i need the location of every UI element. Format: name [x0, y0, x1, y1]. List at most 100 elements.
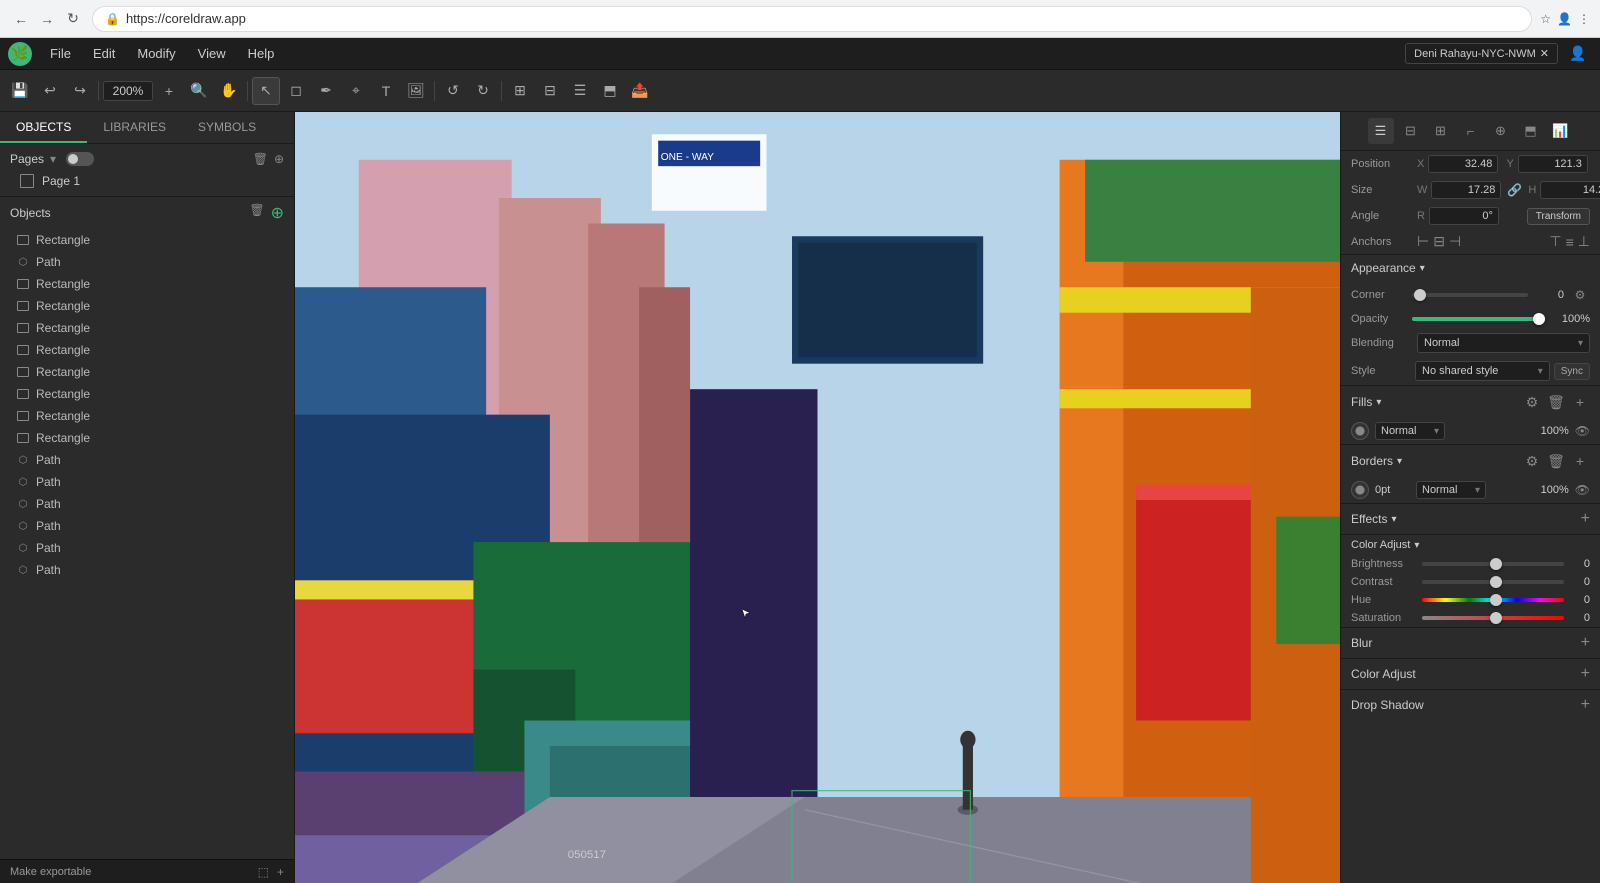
bool-panel-btn[interactable]: ⊕ — [1488, 118, 1514, 144]
add-export-icon[interactable]: + — [277, 865, 284, 879]
zoom-input[interactable]: 200% — [103, 81, 153, 101]
shape-btn[interactable]: ◻ — [282, 77, 310, 105]
blending-dropdown[interactable]: Normal ▾ — [1417, 333, 1590, 353]
anchor-top-icon[interactable]: ⊤ — [1549, 233, 1561, 250]
refresh-button[interactable]: ↻ — [62, 8, 84, 30]
fills-delete-icon[interactable]: 🗑 — [1546, 392, 1566, 412]
toggle-switch[interactable] — [66, 152, 94, 166]
list-item[interactable]: Rectangle — [0, 317, 294, 339]
image-btn[interactable]: 🖼 — [402, 77, 430, 105]
x-input[interactable] — [1428, 155, 1498, 173]
borders-delete-icon[interactable]: 🗑 — [1546, 451, 1566, 471]
fill-color-swatch[interactable] — [1351, 422, 1369, 440]
text-btn[interactable]: T — [372, 77, 400, 105]
fills-settings-icon[interactable]: ⚙ — [1522, 392, 1542, 412]
pen-btn[interactable]: ✒ — [312, 77, 340, 105]
undo-btn[interactable]: ↩ — [36, 77, 64, 105]
effects-add-icon[interactable]: + — [1581, 510, 1590, 528]
fill-blend-dropdown[interactable]: Normal ▾ — [1375, 422, 1445, 440]
export-btn[interactable]: 📤 — [626, 77, 654, 105]
list-item[interactable]: Rectangle — [0, 295, 294, 317]
list-item[interactable]: Rectangle — [0, 427, 294, 449]
page-item-1[interactable]: Page 1 — [0, 170, 294, 192]
brightness-slider[interactable] — [1422, 562, 1564, 566]
h-input[interactable] — [1540, 181, 1600, 199]
hue-slider[interactable] — [1422, 598, 1564, 602]
contrast-slider[interactable] — [1422, 580, 1564, 584]
forward-button[interactable]: → — [36, 8, 58, 30]
canvas-area[interactable]: Deni Rahayu ONE - WAY 050517 — [295, 112, 1340, 883]
delete-page-icon[interactable]: 🗑 — [253, 152, 268, 166]
tab-symbols[interactable]: SYMBOLS — [182, 112, 272, 143]
list-item[interactable]: Rectangle — [0, 273, 294, 295]
pan-btn[interactable]: ✋ — [215, 77, 243, 105]
corner-panel-btn[interactable]: ⌐ — [1458, 118, 1484, 144]
rotate-right-btn[interactable]: ↻ — [469, 77, 497, 105]
anchor-right-icon[interactable]: ⊣ — [1449, 233, 1461, 250]
close-tab-icon[interactable]: ✕ — [1540, 47, 1549, 60]
menu-file[interactable]: File — [40, 42, 81, 65]
color-adjust2-row[interactable]: Color Adjust + — [1341, 658, 1600, 689]
drop-shadow-add-icon[interactable]: + — [1581, 696, 1590, 714]
borders-settings-icon[interactable]: ⚙ — [1522, 451, 1542, 471]
anchor-left-icon[interactable]: ⊢ — [1417, 233, 1429, 250]
list-item[interactable]: ⬡ Path — [0, 537, 294, 559]
blur-row[interactable]: Blur + — [1341, 627, 1600, 658]
export-icon[interactable]: ⬚ — [258, 865, 269, 879]
user-badge[interactable]: Deni Rahayu-NYC-NWM ✕ — [1405, 43, 1558, 64]
borders-add-icon[interactable]: + — [1570, 451, 1590, 471]
list-item[interactable]: ⬡ Path — [0, 251, 294, 273]
y-input[interactable] — [1518, 155, 1588, 173]
arrange-btn[interactable]: ⬒ — [596, 77, 624, 105]
fill-visibility-icon[interactable]: 👁 — [1575, 424, 1590, 438]
border-blend-dropdown[interactable]: Normal ▾ — [1416, 481, 1486, 499]
add-page-icon[interactable]: ⊕ — [274, 152, 284, 166]
fills-section-header[interactable]: Fills ▾ ⚙ 🗑 + — [1341, 385, 1600, 418]
transform-panel-btn[interactable]: ⊞ — [1428, 118, 1454, 144]
node-btn[interactable]: ⌖ — [342, 77, 370, 105]
align-btn[interactable]: ⊟ — [536, 77, 564, 105]
delete-object-icon[interactable]: 🗑 — [249, 203, 264, 223]
address-bar[interactable]: 🔒 https://coreldraw.app — [92, 6, 1532, 32]
corner-settings-icon[interactable]: ⚙ — [1570, 285, 1590, 305]
pages-chevron-icon[interactable]: ▾ — [50, 152, 56, 166]
angle-input[interactable] — [1429, 207, 1499, 225]
menu-modify[interactable]: Modify — [127, 42, 185, 65]
w-input[interactable] — [1431, 181, 1501, 199]
list-item[interactable]: ⬡ Path — [0, 515, 294, 537]
list-item[interactable]: Rectangle — [0, 229, 294, 251]
back-button[interactable]: ← — [10, 8, 32, 30]
color-adjust2-add-icon[interactable]: + — [1581, 665, 1590, 683]
list-item[interactable]: ⬡ Path — [0, 493, 294, 515]
menu-view[interactable]: View — [188, 42, 236, 65]
opacity-slider[interactable] — [1412, 317, 1544, 321]
select-btn[interactable]: ↖ — [252, 77, 280, 105]
tab-libraries[interactable]: LIBRARIES — [87, 112, 182, 143]
redo-btn[interactable]: ↪ — [66, 77, 94, 105]
add-object-icon[interactable]: ⊕ — [271, 203, 284, 223]
fills-add-icon[interactable]: + — [1570, 392, 1590, 412]
list-item[interactable]: Rectangle — [0, 383, 294, 405]
list-item[interactable]: Rectangle — [0, 361, 294, 383]
profile-icon[interactable]: 👤 — [1557, 12, 1572, 26]
blur-add-icon[interactable]: + — [1581, 634, 1590, 652]
list-item[interactable]: Rectangle — [0, 339, 294, 361]
corner-slider[interactable] — [1412, 293, 1528, 297]
menu-edit[interactable]: Edit — [83, 42, 125, 65]
align-panel-btn[interactable]: ⊟ — [1398, 118, 1424, 144]
distribute-btn[interactable]: ☰ — [566, 77, 594, 105]
zoom-in-btn[interactable]: + — [155, 77, 183, 105]
grid-btn[interactable]: ⊞ — [506, 77, 534, 105]
effects-section-header[interactable]: Effects ▾ + — [1341, 503, 1600, 534]
transform-button[interactable]: Transform — [1527, 208, 1590, 225]
borders-section-header[interactable]: Borders ▾ ⚙ 🗑 + — [1341, 444, 1600, 477]
list-item[interactable]: Rectangle — [0, 405, 294, 427]
bookmark-icon[interactable]: ☆ — [1540, 12, 1551, 26]
drop-shadow-row[interactable]: Drop Shadow + — [1341, 689, 1600, 720]
properties-tab-btn[interactable]: ☰ — [1368, 118, 1394, 144]
list-item[interactable]: ⬡ Path — [0, 471, 294, 493]
menu-help[interactable]: Help — [238, 42, 285, 65]
style-dropdown[interactable]: No shared style ▾ — [1415, 361, 1550, 381]
list-item[interactable]: ⬡ Path — [0, 449, 294, 471]
anchor-mid-icon[interactable]: ≡ — [1566, 234, 1574, 250]
